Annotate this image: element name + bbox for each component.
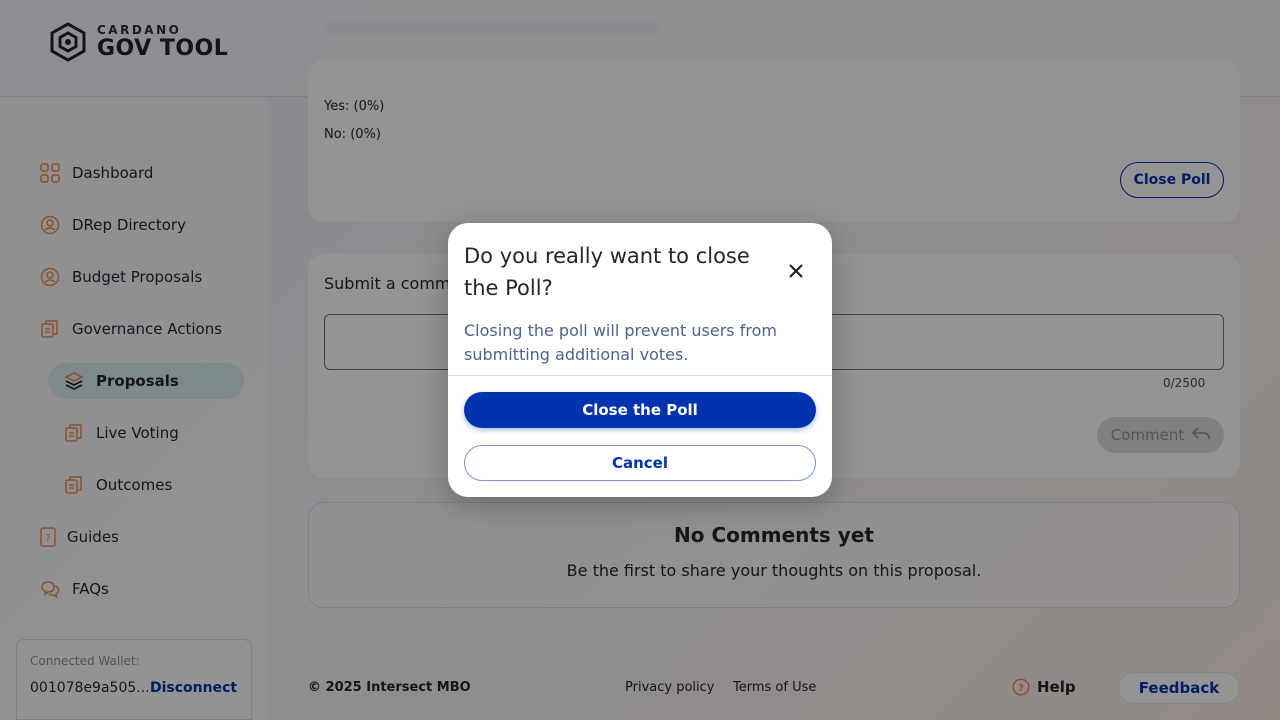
confirm-close-poll-button[interactable]: Close the Poll [464,392,816,428]
dialog-divider [448,375,832,376]
close-poll-dialog: Do you really want to close the Poll? Cl… [448,223,832,497]
dialog-title: Do you really want to close the Poll? [464,244,750,300]
dialog-body: Closing the poll will prevent users from… [464,321,777,364]
cancel-button[interactable]: Cancel [464,445,816,481]
close-icon[interactable] [784,259,808,283]
